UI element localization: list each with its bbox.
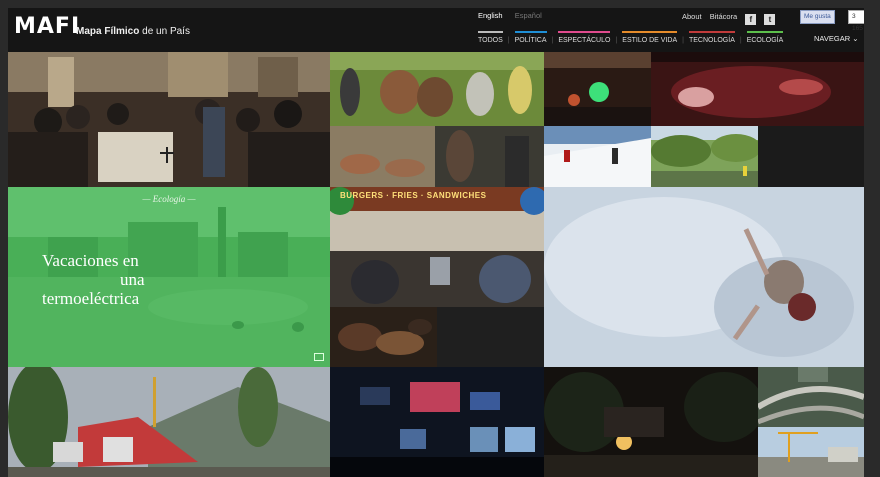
lang-espanol[interactable]: Español bbox=[515, 11, 542, 20]
category-bar bbox=[622, 31, 678, 33]
category-ecologia[interactable]: ECOLOGÍA bbox=[746, 31, 784, 46]
featured-title-line-3: termoeléctrica bbox=[42, 289, 140, 308]
category-tecnologia[interactable]: TECNOLOGÍA bbox=[688, 31, 735, 46]
control-room-image bbox=[330, 367, 544, 477]
church-protest-image bbox=[8, 52, 330, 187]
diner-image bbox=[330, 187, 544, 307]
tile-diner[interactable]: BURGERS · FRIES · SANDWICHES bbox=[330, 187, 544, 307]
featured-category: — Ecología — bbox=[142, 194, 196, 204]
tile-men-resting[interactable] bbox=[330, 126, 544, 187]
tile-night-street[interactable] bbox=[544, 367, 758, 477]
category-nav: TODOS | POLÍTICA | ESPECTÁCULO | ESTILO DE VID… bbox=[478, 31, 784, 46]
category-label: TODOS bbox=[478, 37, 503, 44]
tile-aerial-highway[interactable] bbox=[758, 367, 864, 427]
tile-construction-crane[interactable] bbox=[758, 427, 864, 477]
tile-wrestling-field[interactable] bbox=[330, 52, 544, 126]
tile-church-protest[interactable] bbox=[8, 52, 330, 187]
tile-empty-dark-2 bbox=[437, 307, 544, 367]
chevron-down-icon: ⌄ bbox=[852, 34, 859, 43]
lang-english[interactable]: English bbox=[478, 11, 503, 20]
men-resting-image bbox=[330, 126, 544, 187]
category-separator: | bbox=[507, 37, 510, 44]
night-street-image bbox=[544, 367, 758, 477]
top-links: About Bitácora f t bbox=[682, 12, 781, 25]
tile-empty-dark bbox=[758, 126, 864, 187]
tile-night-festival[interactable] bbox=[544, 52, 651, 126]
featured-title-line-2: una bbox=[120, 270, 145, 289]
gallery-icon bbox=[314, 353, 324, 361]
bitacora-link[interactable]: Bitácora bbox=[710, 12, 738, 21]
category-bar bbox=[514, 31, 547, 33]
category-label: POLÍTICA bbox=[514, 37, 547, 44]
site-header: MAFI Mapa Fílmico de un País English Esp… bbox=[8, 8, 864, 52]
tile-dark-bodies[interactable] bbox=[330, 307, 437, 367]
facebook-icon[interactable]: f bbox=[745, 14, 757, 25]
about-link[interactable]: About bbox=[682, 12, 702, 21]
diner-sign: BURGERS · FRIES · SANDWICHES bbox=[340, 191, 487, 200]
tagline: Mapa Fílmico de un País bbox=[76, 26, 190, 37]
category-separator: | bbox=[739, 37, 742, 44]
category-bar bbox=[478, 31, 503, 33]
red-ritual-image bbox=[651, 52, 864, 126]
category-politica[interactable]: POLÍTICA bbox=[514, 31, 547, 46]
tile-snow-climbers[interactable] bbox=[544, 126, 651, 187]
category-label: ESTILO DE VIDA bbox=[622, 37, 678, 44]
facebook-like-count: 3 165 bbox=[848, 10, 864, 32]
category-bar bbox=[688, 31, 735, 33]
navegar-menu[interactable]: NAVEGAR ⌄ bbox=[814, 34, 859, 43]
featured-title[interactable]: Vacaciones en una termoeléctrica bbox=[42, 251, 202, 308]
category-label: TECNOLOGÍA bbox=[688, 37, 735, 44]
featured-title-line-1: Vacaciones en bbox=[42, 251, 139, 270]
forest-pond-image bbox=[651, 126, 758, 187]
tile-swimmer-underwater[interactable] bbox=[544, 187, 864, 367]
language-switcher: English Español bbox=[478, 11, 552, 20]
category-todos[interactable]: TODOS bbox=[478, 31, 503, 46]
category-estilo-de-vida[interactable]: ESTILO DE VIDA bbox=[622, 31, 678, 46]
logo[interactable]: MAFI bbox=[14, 14, 80, 39]
category-label: ESPECTÁCULO bbox=[558, 37, 611, 44]
tile-forest-pond[interactable] bbox=[651, 126, 758, 187]
category-bar bbox=[558, 31, 611, 33]
snow-climbers-image bbox=[544, 126, 651, 187]
navegar-label: NAVEGAR bbox=[814, 34, 851, 43]
category-separator: | bbox=[615, 37, 618, 44]
tagline-bold: Mapa Fílmico bbox=[76, 26, 140, 37]
twitter-icon[interactable]: t bbox=[764, 14, 776, 25]
night-festival-image bbox=[544, 52, 651, 126]
mosaic-frame: — Ecología — Vacaciones en una termoeléc… bbox=[8, 8, 864, 477]
category-espectaculo[interactable]: ESPECTÁCULO bbox=[558, 31, 611, 46]
circus-tent-image bbox=[8, 367, 330, 477]
tile-red-ritual[interactable] bbox=[651, 52, 864, 126]
category-label: ECOLOGÍA bbox=[746, 37, 784, 44]
category-separator: | bbox=[551, 37, 554, 44]
tile-circus-tent[interactable] bbox=[8, 367, 330, 477]
aerial-highway-image bbox=[758, 367, 864, 427]
facebook-like-button[interactable]: Me gusta bbox=[800, 10, 835, 24]
facebook-like-label: Me gusta bbox=[804, 13, 831, 20]
featured-story[interactable]: — Ecología — Vacaciones en una termoeléc… bbox=[8, 187, 330, 367]
logo-text: MAFI bbox=[14, 14, 81, 39]
swimmer-image bbox=[544, 187, 864, 367]
construction-crane-image bbox=[758, 427, 864, 477]
category-bar bbox=[746, 31, 784, 33]
wrestling-field-image bbox=[330, 52, 544, 126]
tile-control-room[interactable] bbox=[330, 367, 544, 477]
category-separator: | bbox=[682, 37, 684, 44]
dark-bodies-image bbox=[330, 307, 437, 367]
tagline-rest: de un País bbox=[139, 26, 190, 37]
